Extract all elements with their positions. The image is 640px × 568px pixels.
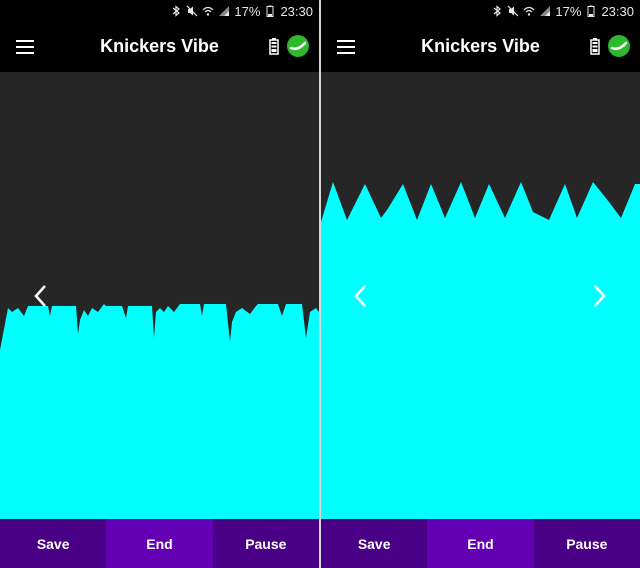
clock: 23:30 (601, 3, 634, 19)
bluetooth-icon (494, 5, 502, 17)
status-bar: 17% 23:30 (0, 0, 319, 22)
wifi-icon (523, 6, 535, 16)
chevron-right-icon[interactable] (587, 282, 611, 310)
chevron-left-icon[interactable] (349, 282, 373, 310)
pause-button[interactable]: Pause (533, 519, 640, 568)
clock: 23:30 (280, 3, 313, 19)
vibration-visualizer[interactable] (0, 72, 319, 519)
device-battery-icon (590, 38, 600, 55)
connection-status-icon[interactable] (608, 35, 630, 57)
battery-percent: 17% (555, 3, 582, 19)
chevron-left-icon[interactable] (29, 282, 53, 310)
end-button[interactable]: End (106, 519, 213, 568)
battery-status-icon (587, 5, 595, 17)
bottom-action-bar: Save End Pause (0, 519, 319, 568)
signal-icon (219, 6, 230, 16)
signal-icon (540, 6, 551, 16)
save-button[interactable]: Save (0, 519, 107, 568)
bottom-action-bar: Save End Pause (321, 519, 640, 568)
battery-percent: 17% (234, 3, 261, 19)
pause-button[interactable]: Pause (212, 519, 319, 568)
vibration-visualizer[interactable] (321, 72, 640, 519)
end-button[interactable]: End (427, 519, 534, 568)
connection-status-icon[interactable] (287, 35, 309, 57)
app-bar: Knickers Vibe (321, 22, 640, 72)
battery-status-icon (266, 5, 274, 17)
status-bar: 17% 23:30 (321, 0, 640, 22)
phone-screen-right: 17% 23:30 Knickers Vibe Save End Pause (321, 0, 640, 568)
mute-icon (507, 5, 519, 17)
wifi-icon (202, 6, 214, 16)
mute-icon (186, 5, 198, 17)
device-battery-icon (269, 38, 279, 55)
app-bar: Knickers Vibe (0, 22, 319, 72)
phone-screen-left: 17% 23:30 Knickers Vibe Save End Pause (0, 0, 319, 568)
bluetooth-icon (173, 5, 181, 17)
save-button[interactable]: Save (321, 519, 428, 568)
